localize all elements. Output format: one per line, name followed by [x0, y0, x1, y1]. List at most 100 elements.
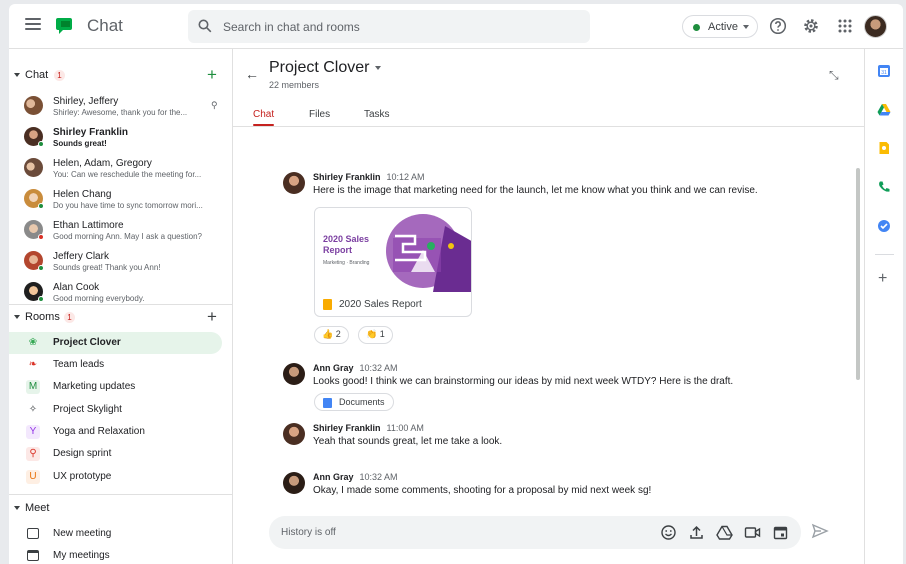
collapse-triangle-icon — [14, 506, 20, 510]
video-meeting-icon[interactable] — [744, 524, 761, 541]
attachment-thumb-title: 2020 Sales Report — [323, 234, 370, 255]
drive-icon[interactable] — [716, 524, 733, 541]
upload-icon[interactable] — [688, 524, 705, 541]
svg-text:31: 31 — [881, 70, 887, 76]
documents-chip[interactable]: Documents — [314, 393, 394, 411]
dm-item[interactable]: Shirley, Jeffery Shirley: Awesome, thank… — [9, 92, 233, 123]
meet-section-label: Meet — [25, 502, 50, 514]
room-label: UX prototype — [53, 471, 112, 482]
app-window: Chat Active — [9, 4, 903, 564]
back-arrow-icon[interactable]: ← — [245, 66, 259, 82]
dm-item[interactable]: Shirley Franklin Sounds great! — [9, 123, 233, 154]
avatar — [283, 363, 305, 385]
tab-chat[interactable]: Chat — [253, 109, 274, 120]
message-header: Ann Gray 10:32 AM — [313, 472, 398, 482]
reaction-clap[interactable]: 👏 1 — [358, 326, 393, 344]
dm-item[interactable]: Jeffery Clark Sounds great! Thank you An… — [9, 247, 233, 278]
drive-app-icon[interactable] — [877, 103, 891, 117]
side-panel-rail: 31 + — [864, 49, 903, 564]
chevron-down-icon — [743, 25, 749, 29]
message-text: Looks good! I think we can brainstorming… — [313, 376, 734, 387]
online-indicator — [38, 203, 44, 209]
reaction-count: 2 — [335, 329, 341, 339]
room-title[interactable]: Project Clover — [269, 59, 382, 77]
calendar-icon[interactable] — [772, 524, 789, 541]
new-meeting-item[interactable]: New meeting — [9, 523, 233, 545]
room-item-project-clover[interactable]: ❀ Project Clover — [9, 332, 222, 354]
emoji-icon[interactable] — [660, 524, 677, 541]
message-time: 10:12 AM — [386, 172, 425, 182]
tab-files[interactable]: Files — [309, 109, 330, 120]
dm-item[interactable]: Helen Chang Do you have time to sync tom… — [9, 185, 233, 216]
meet-item-label: New meeting — [53, 528, 112, 539]
message-header: Ann Gray 10:32 AM — [313, 363, 398, 373]
dm-snippet: Do you have time to sync tomorrow mori..… — [53, 201, 203, 210]
add-room-icon[interactable]: + — [207, 308, 217, 325]
rooms-section-header[interactable]: Rooms 1 + — [9, 308, 233, 328]
chat-logo-icon — [56, 18, 72, 34]
pin-icon[interactable]: ⚲ — [211, 100, 218, 111]
calendar-app-icon[interactable]: 31 — [877, 64, 891, 78]
dm-item[interactable]: Ethan Lattimore Good morning Ann. May I … — [9, 216, 233, 247]
docs-icon — [323, 398, 332, 408]
status-selector[interactable]: Active — [682, 15, 758, 38]
room-item-design-sprint[interactable]: ⚲ Design sprint — [9, 443, 222, 465]
unread-badge: 1 — [64, 312, 75, 323]
my-meetings-item[interactable]: My meetings — [9, 545, 233, 564]
send-icon[interactable] — [811, 522, 829, 540]
search-input[interactable] — [223, 10, 583, 43]
dm-item[interactable]: Helen, Adam, Gregory You: Can we resched… — [9, 154, 233, 185]
collapse-icon[interactable]: ⤡ — [829, 68, 839, 83]
letter-u-icon: U — [26, 470, 40, 484]
dm-snippet: Sounds great! Thank you Ann! — [53, 263, 161, 272]
message-time: 10:32 AM — [359, 363, 398, 373]
voice-call-icon[interactable] — [877, 180, 891, 194]
search-icon — [198, 19, 212, 33]
meet-item-label: My meetings — [53, 550, 110, 561]
gear-icon[interactable] — [802, 17, 820, 35]
documents-chip-label: Documents — [339, 397, 385, 407]
chat-section-header[interactable]: Chat 1 + — [9, 66, 233, 86]
search-bar[interactable] — [188, 10, 590, 43]
room-item-project-skylight[interactable]: ✧ Project Skylight — [9, 399, 222, 421]
letter-m-icon: M — [26, 380, 40, 394]
add-app-icon[interactable]: + — [878, 271, 887, 287]
message-composer[interactable] — [269, 516, 801, 549]
dm-snippet: You: Can we reschedule the meeting for..… — [53, 170, 202, 179]
collapse-triangle-icon — [14, 73, 20, 77]
tab-tasks[interactable]: Tasks — [364, 109, 390, 120]
room-label: Project Skylight — [53, 404, 122, 415]
tasks-app-icon[interactable] — [877, 219, 891, 233]
room-item-yoga-and-relaxation[interactable]: Y Yoga and Relaxation — [9, 421, 222, 443]
add-chat-icon[interactable]: + — [207, 66, 217, 83]
avatar — [283, 172, 305, 194]
meet-section-header[interactable]: Meet — [9, 499, 233, 519]
apps-grid-icon[interactable] — [836, 17, 854, 35]
scrollbar[interactable] — [856, 168, 860, 380]
message-input[interactable] — [281, 516, 641, 549]
status-label: Active — [708, 21, 738, 33]
reaction-thumbs-up[interactable]: 👍 2 — [314, 326, 349, 344]
divider — [9, 304, 233, 305]
leaf-icon: ❧ — [28, 359, 38, 370]
dm-snippet: Good morning everybody. — [53, 294, 145, 303]
keep-app-icon[interactable] — [877, 141, 891, 155]
clover-icon: ❀ — [28, 337, 38, 348]
help-icon[interactable] — [769, 17, 787, 35]
room-label: Design sprint — [53, 448, 112, 459]
dm-snippet: Sounds great! — [53, 139, 107, 148]
conversation-pane: ← Project Clover 22 members ⤡ Chat Files… — [233, 49, 864, 564]
room-item-ux-prototype[interactable]: U UX prototype — [9, 466, 222, 488]
dm-name: Jeffery Clark — [53, 251, 109, 262]
room-item-team-leads[interactable]: ❧ Team leads — [9, 354, 222, 376]
dm-name: Shirley Franklin — [53, 127, 129, 138]
chevron-down-icon — [375, 65, 382, 70]
sidebar: Chat 1 + Shirley, Jeffery Shirley: Aweso… — [9, 49, 233, 564]
search-icon: ⚲ — [26, 447, 40, 461]
dm-name: Helen, Adam, Gregory — [53, 158, 152, 169]
menu-icon[interactable] — [25, 18, 41, 32]
attachment-card[interactable]: 2020 Sales Report Marketing · Branding 2… — [314, 207, 472, 317]
thumbs-up-icon: 👍 — [322, 329, 334, 339]
room-item-marketing-updates[interactable]: M Marketing updates — [9, 376, 222, 398]
account-avatar[interactable] — [864, 15, 887, 38]
